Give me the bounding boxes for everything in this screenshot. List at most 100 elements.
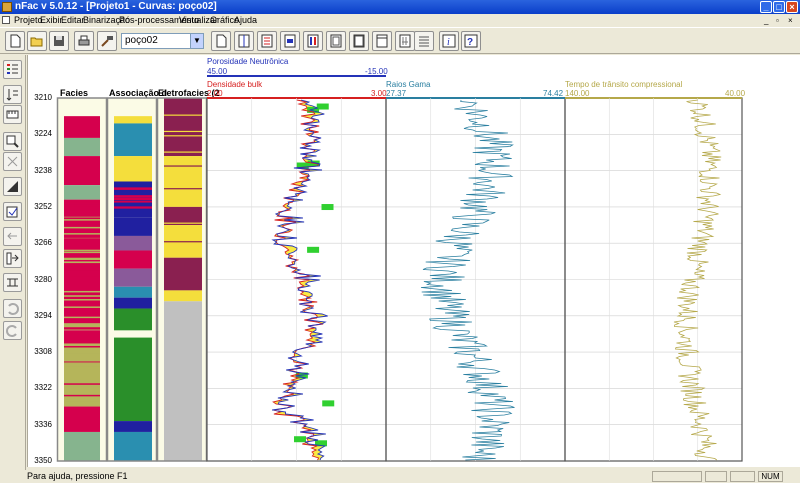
doc-restore-button[interactable]: ▫: [776, 15, 779, 27]
facies-stripe: [64, 257, 100, 260]
columns-icon: [307, 34, 319, 48]
move-right-button[interactable]: [3, 249, 22, 268]
associacao-stripe: [114, 206, 152, 209]
facies-stripe: [64, 318, 100, 321]
facies-stripe: [64, 299, 100, 301]
facies-stripe: [64, 290, 100, 293]
open-folder-button[interactable]: [27, 31, 47, 51]
status-num: NUM: [758, 471, 783, 482]
view-button-8[interactable]: [372, 31, 392, 51]
associacao-block: [114, 156, 152, 182]
facies-stripe: [64, 302, 100, 304]
well-select[interactable]: poço02 ▼: [121, 33, 204, 49]
view-button-7[interactable]: [349, 31, 369, 51]
facies-stripe: [64, 270, 100, 272]
eletrofacies-stripe: [164, 135, 202, 137]
view-button-6[interactable]: [326, 31, 346, 51]
status-bar: Para ajuda, pressione F1 NUM: [0, 470, 800, 483]
print-button[interactable]: [74, 31, 94, 51]
facies-stripe: [64, 349, 100, 351]
save-icon: [54, 36, 64, 46]
maximize-button[interactable]: □: [773, 1, 785, 13]
associacao-block: [114, 297, 152, 309]
chevron-down-icon[interactable]: ▼: [190, 34, 203, 48]
zoom-button[interactable]: [3, 132, 22, 151]
fill-button[interactable]: [3, 177, 22, 196]
status-panel-3: [730, 471, 755, 482]
help-button[interactable]: ?: [461, 31, 481, 51]
arrow-left-icon: [7, 232, 17, 240]
depth-button[interactable]: [3, 85, 22, 104]
facies-stripe: [64, 210, 100, 212]
view-button-3[interactable]: [257, 31, 277, 51]
menu-editar[interactable]: Editar: [61, 14, 85, 26]
app-icon: [2, 2, 12, 12]
facies-stripe: [64, 295, 100, 297]
menu-exibir[interactable]: Exibir: [40, 14, 63, 26]
facies-block: [64, 156, 100, 186]
menu-bar: Projeto Exibir Editar Binarização Pós-pr…: [0, 14, 800, 26]
facies-stripe: [64, 308, 100, 310]
status-help-text: Para ajuda, pressione F1: [27, 471, 128, 481]
window-icon: [376, 34, 388, 48]
svg-text:i: i: [447, 37, 450, 48]
facies-stripe: [64, 394, 100, 397]
delete-button[interactable]: [3, 152, 22, 171]
edit-button[interactable]: [3, 202, 22, 221]
move-left-button[interactable]: [3, 227, 22, 246]
menu-projeto[interactable]: Projeto: [14, 14, 43, 26]
facies-stripe: [64, 306, 100, 308]
view-button-1[interactable]: [211, 31, 231, 51]
document-icon[interactable]: [2, 16, 10, 24]
facies-stripe: [64, 383, 100, 385]
facies-stripe: [64, 386, 100, 389]
save-button[interactable]: [49, 31, 69, 51]
close-button[interactable]: ×: [786, 1, 798, 13]
crossover-green: [321, 204, 334, 211]
menu-ajuda[interactable]: Ajuda: [234, 14, 257, 26]
doc-close-button[interactable]: ×: [788, 15, 793, 27]
view-button-2[interactable]: [234, 31, 254, 51]
associacao-block: [114, 250, 152, 269]
tool-button[interactable]: [97, 31, 117, 51]
status-panel-1: [652, 471, 702, 482]
eletrofacies-stripe: [164, 241, 202, 243]
facies-block: [64, 406, 100, 432]
new-file-button[interactable]: [5, 31, 25, 51]
crossover-green: [307, 246, 320, 253]
eletrofacies-stripe: [164, 188, 202, 190]
settings-button[interactable]: [414, 31, 434, 51]
undo-button[interactable]: [3, 299, 22, 318]
facies-list-button[interactable]: [3, 60, 22, 79]
eletrofacies-stripe: [164, 114, 202, 116]
view-button-9[interactable]: [395, 31, 415, 51]
split-icon: [284, 34, 296, 48]
arrow-right-icon: [6, 252, 19, 265]
minimize-button[interactable]: _: [760, 1, 772, 13]
eletrofacies-block: [164, 290, 202, 302]
eletrofacies-stripe: [164, 99, 202, 101]
log-plot-area[interactable]: Facies Associação d Eletrofacies (2 Poro…: [27, 55, 800, 467]
grid-icon: [399, 34, 411, 48]
toolbar: poço02 ▼ i ?: [0, 27, 800, 54]
info-icon: i: [442, 34, 456, 48]
eletrofacies-stripe: [164, 103, 202, 106]
redo-button[interactable]: [3, 321, 22, 340]
panel-icon: [330, 34, 342, 48]
facies-stripe: [64, 201, 100, 203]
porosidade-curve: [271, 99, 328, 461]
facies-stripe: [64, 321, 100, 324]
range-button[interactable]: [3, 273, 22, 292]
page-icon: [216, 34, 227, 48]
view-button-5[interactable]: [303, 31, 323, 51]
associacao-block: [114, 308, 152, 331]
help-icon: ?: [464, 34, 478, 48]
eletrofacies-block: [164, 257, 202, 291]
crossover-green: [294, 436, 307, 443]
associacao-stripe: [114, 187, 152, 190]
doc-minimize-button[interactable]: _: [764, 15, 768, 27]
view-button-4[interactable]: [280, 31, 300, 51]
info-button[interactable]: i: [439, 31, 459, 51]
associacao-block: [114, 268, 152, 287]
scale-button[interactable]: [3, 105, 22, 124]
